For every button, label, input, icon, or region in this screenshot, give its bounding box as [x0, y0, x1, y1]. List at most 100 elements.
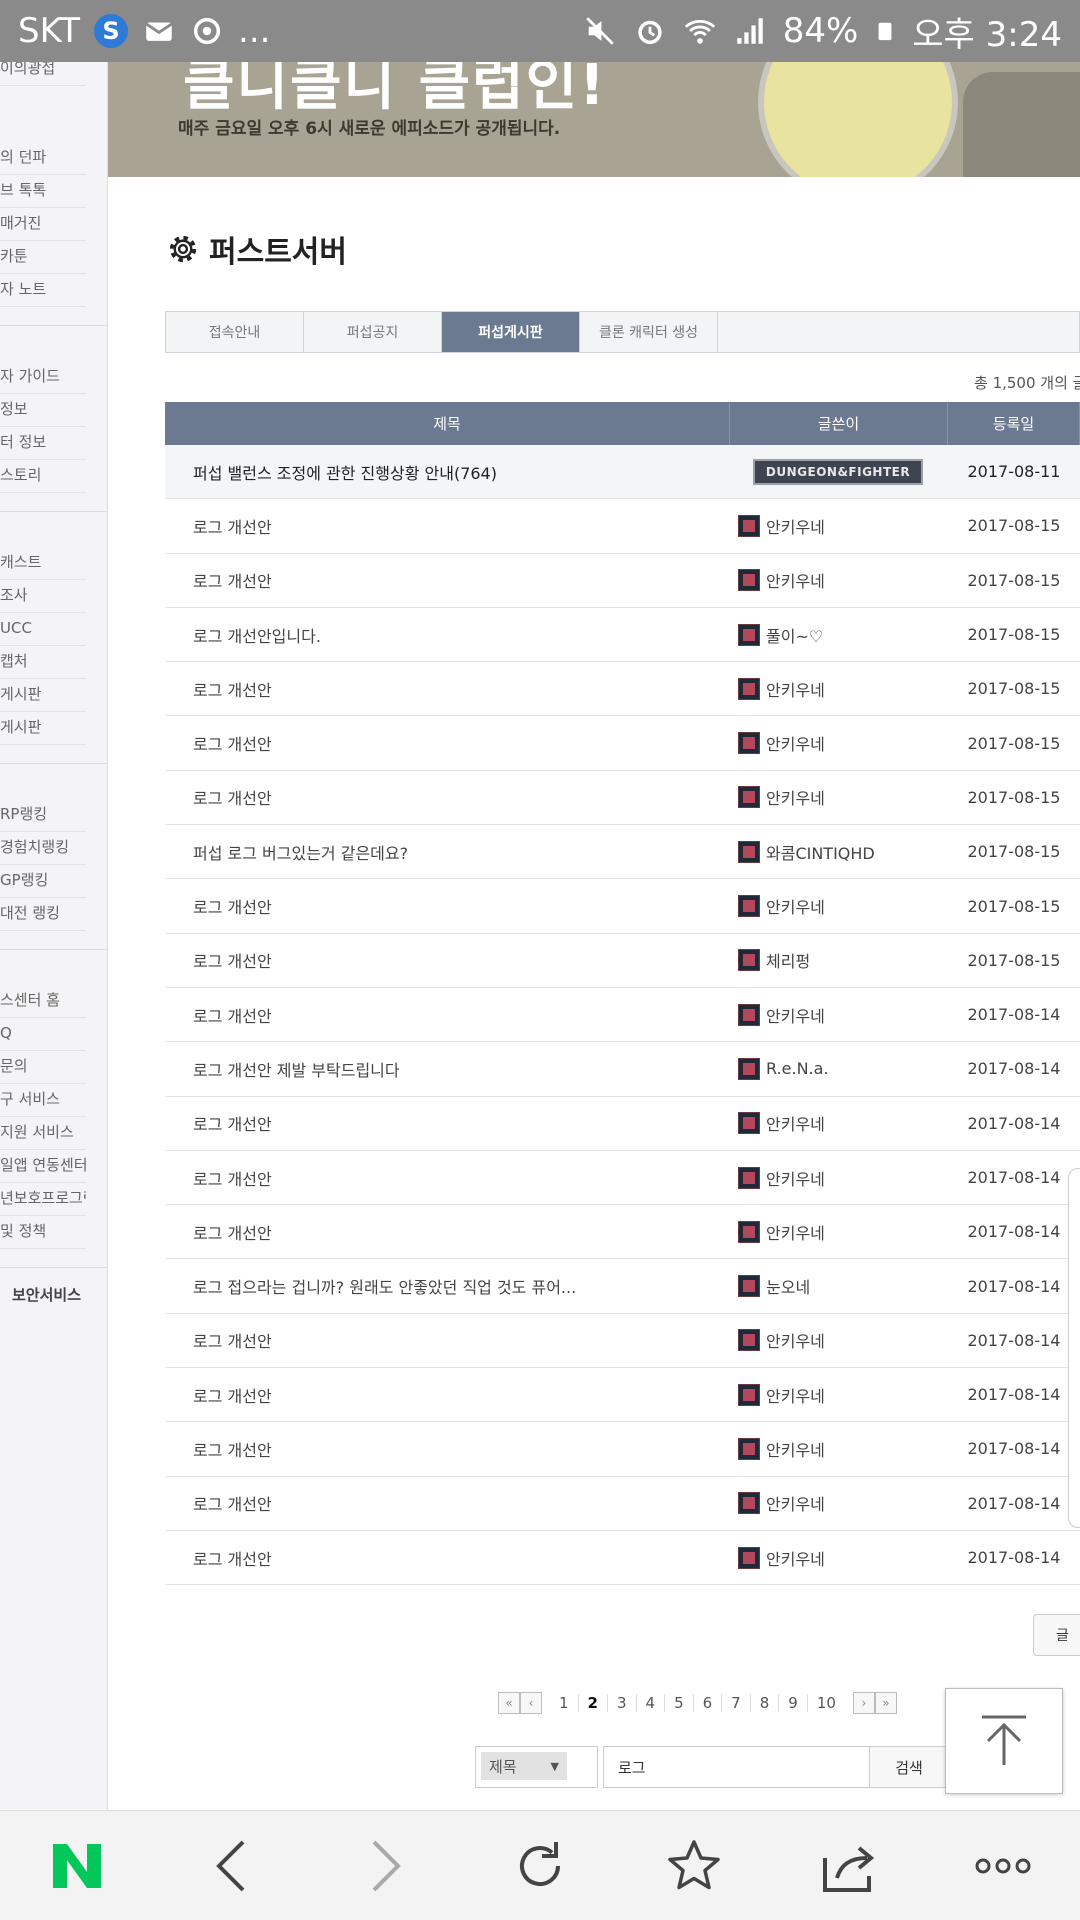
post-title[interactable]: 로그 개선안 제발 부탁드립니다: [165, 1057, 730, 1081]
sidebar-item[interactable]: 카툰: [0, 241, 86, 274]
scroll-to-top-button[interactable]: [945, 1688, 1063, 1794]
post-title[interactable]: 로그 개선안: [165, 1437, 730, 1461]
post-title[interactable]: 로그 개선안: [165, 785, 730, 809]
table-row[interactable]: 로그 개선안 안키우네 2017-08-14: [165, 1097, 1080, 1151]
sidebar-item[interactable]: 캐스트: [0, 547, 86, 580]
sidebar-item[interactable]: 스센터 홈: [0, 985, 86, 1018]
sidebar-item[interactable]: 매거진: [0, 208, 86, 241]
page-number-link[interactable]: 10: [806, 1694, 845, 1712]
post-title[interactable]: 로그 개선안: [165, 1111, 730, 1135]
post-author[interactable]: 안키우네: [730, 514, 948, 538]
naver-home-button[interactable]: [32, 1821, 122, 1911]
sidebar-item[interactable]: UCC: [0, 613, 86, 646]
table-row[interactable]: 로그 개선안 안키우네 2017-08-15: [165, 499, 1080, 554]
post-author[interactable]: 안키우네: [730, 1383, 948, 1407]
first-page-button[interactable]: «: [498, 1692, 520, 1714]
sidebar-item[interactable]: 정보: [0, 394, 86, 427]
search-button[interactable]: 검색: [869, 1746, 949, 1788]
post-author[interactable]: 안키우네: [730, 1491, 948, 1515]
table-row[interactable]: 로그 개선안 안키우네 2017-08-15: [165, 771, 1080, 826]
table-row[interactable]: 로그 개선안 안키우네 2017-08-15: [165, 554, 1080, 608]
sidebar-item[interactable]: 일앱 연동센터: [0, 1150, 86, 1183]
post-author[interactable]: 체리펑: [730, 948, 948, 972]
sidebar-item[interactable]: 이의광접: [0, 62, 86, 86]
page-number-link[interactable]: 7: [721, 1694, 750, 1712]
table-row[interactable]: 로그 개선안 안키우네 2017-08-15: [165, 716, 1080, 771]
sidebar-item[interactable]: 게시판: [0, 712, 86, 745]
post-title[interactable]: 로그 개선안: [165, 568, 730, 592]
table-row[interactable]: 로그 개선안 안키우네 2017-08-14: [165, 988, 1080, 1043]
tab-notice[interactable]: 퍼섭공지: [304, 312, 442, 352]
post-title[interactable]: 로그 개선안: [165, 1491, 730, 1515]
page-number-link[interactable]: 2: [577, 1694, 607, 1712]
post-author[interactable]: 안키우네: [730, 1328, 948, 1352]
post-author[interactable]: 안키우네: [730, 1546, 948, 1570]
post-author[interactable]: 와콤CINTIQHD: [730, 840, 948, 864]
page-number-link[interactable]: 5: [664, 1694, 693, 1712]
prev-page-button[interactable]: ‹: [520, 1692, 542, 1714]
table-row[interactable]: 로그 개선안입니다. 풀이~♡ 2017-08-15: [165, 608, 1080, 663]
sidebar-item[interactable]: Q: [0, 1018, 86, 1051]
back-button[interactable]: [186, 1821, 276, 1911]
tab-clone-character[interactable]: 클론 캐릭터 생성: [580, 312, 718, 352]
sidebar-item[interactable]: 의 던파: [0, 142, 86, 175]
post-author[interactable]: 안키우네: [730, 677, 948, 701]
post-author[interactable]: R.e.N.a.: [730, 1057, 948, 1080]
post-title[interactable]: 퍼섭 로그 버그있는거 같은데요?: [165, 840, 730, 864]
sidebar-item[interactable]: 캡처: [0, 646, 86, 679]
table-row[interactable]: 로그 개선안 안키우네 2017-08-14: [165, 1205, 1080, 1260]
post-title[interactable]: 로그 개선안: [165, 514, 730, 538]
post-title[interactable]: 로그 개선안: [165, 1003, 730, 1027]
post-author[interactable]: 안키우네: [730, 568, 948, 592]
page-number-link[interactable]: 3: [606, 1694, 636, 1712]
sidebar-item[interactable]: 브 톡톡: [0, 175, 86, 208]
post-title[interactable]: 로그 개선안: [165, 1166, 730, 1190]
table-row[interactable]: 로그 개선안 안키우네 2017-08-14: [165, 1531, 1080, 1586]
post-title[interactable]: 로그 개선안: [165, 1328, 730, 1352]
sidebar-item[interactable]: 자 노트: [0, 274, 86, 307]
table-row[interactable]: 로그 개선안 안키우네 2017-08-15: [165, 662, 1080, 717]
post-author[interactable]: 안키우네: [730, 894, 948, 918]
write-button[interactable]: 글: [1033, 1614, 1080, 1656]
sidebar-item[interactable]: 스토리: [0, 460, 86, 493]
last-page-button[interactable]: »: [874, 1692, 897, 1714]
sidebar-item[interactable]: 구 서비스: [0, 1084, 86, 1117]
sidebar-item[interactable]: 및 정책: [0, 1216, 86, 1249]
search-field-select[interactable]: 제목 ▼: [475, 1746, 598, 1788]
post-title[interactable]: 로그 개선안: [165, 1383, 730, 1407]
page-number-link[interactable]: 6: [692, 1694, 722, 1712]
post-author[interactable]: 눈오네: [730, 1274, 948, 1298]
page-number-link[interactable]: 1: [550, 1694, 578, 1712]
sidebar-item-security-service[interactable]: 보안서비스: [0, 1280, 107, 1313]
next-page-button[interactable]: ›: [852, 1692, 875, 1714]
bookmark-button[interactable]: [649, 1821, 739, 1911]
promo-banner[interactable]: 클니클니 클럽인! 매주 금요일 오후 6시 새로운 에피소드가 공개됩니다.: [108, 62, 1080, 177]
page-number-link[interactable]: 9: [778, 1694, 807, 1712]
post-title[interactable]: 로그 접으라는 겁니까? 원래도 안좋았던 직업 것도 퓨어...: [165, 1274, 730, 1298]
table-row[interactable]: 로그 개선안 안키우네 2017-08-15: [165, 879, 1080, 934]
sidebar-item[interactable]: 게시판: [0, 679, 86, 712]
post-author[interactable]: 안키우네: [730, 1166, 948, 1190]
post-title[interactable]: 로그 개선안: [165, 1546, 730, 1570]
table-row[interactable]: 로그 접으라는 겁니까? 원래도 안좋았던 직업 것도 퓨어... 눈오네 2017…: [165, 1259, 1080, 1314]
table-row[interactable]: 로그 개선안 안키우네 2017-08-14: [165, 1422, 1080, 1477]
post-author[interactable]: 안키우네: [730, 1003, 948, 1027]
forward-button[interactable]: [341, 1821, 431, 1911]
post-author[interactable]: 안키우네: [730, 731, 948, 755]
table-row[interactable]: 로그 개선안 안키우네 2017-08-14: [165, 1477, 1080, 1531]
sidebar-item[interactable]: RP랭킹: [0, 799, 86, 832]
table-row[interactable]: 로그 개선안 안키우네 2017-08-14: [165, 1368, 1080, 1423]
table-row[interactable]: 로그 개선안 체리펑 2017-08-15: [165, 934, 1080, 988]
post-author[interactable]: 안키우네: [730, 1437, 948, 1461]
post-title[interactable]: 로그 개선안: [165, 948, 730, 972]
sidebar-item[interactable]: 문의: [0, 1051, 86, 1084]
sidebar-item[interactable]: 터 정보: [0, 427, 86, 460]
post-title[interactable]: 로그 개선안: [165, 1220, 730, 1244]
page-number-link[interactable]: 8: [749, 1694, 779, 1712]
sidebar-item[interactable]: 자 가이드: [0, 361, 86, 394]
post-author[interactable]: 풀이~♡: [730, 623, 948, 647]
reload-button[interactable]: [495, 1821, 585, 1911]
search-input[interactable]: 로그: [603, 1746, 870, 1788]
share-button[interactable]: [804, 1821, 894, 1911]
table-row[interactable]: 로그 개선안 안키우네 2017-08-14: [165, 1314, 1080, 1369]
